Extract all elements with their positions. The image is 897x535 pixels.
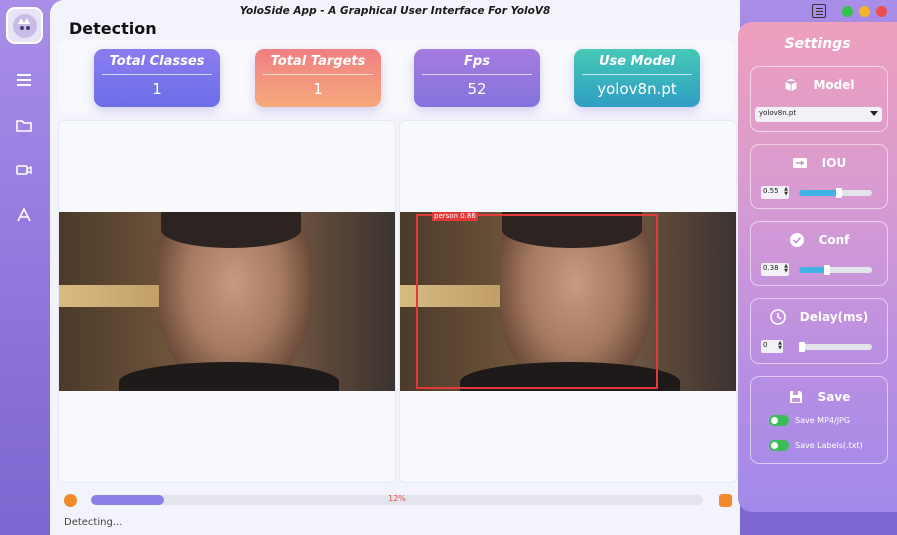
iou-slider-knob[interactable] xyxy=(836,188,843,198)
iou-slider[interactable] xyxy=(799,188,872,198)
left-rail xyxy=(0,0,50,535)
check-circle-icon xyxy=(789,233,804,247)
iou-spinbox[interactable]: 0.55 ▲ ▼ xyxy=(761,186,789,199)
camera-icon[interactable] xyxy=(13,160,35,180)
window-title: YoloSide App - A Graphical User Interfac… xyxy=(239,5,551,17)
save-label: Save xyxy=(817,390,851,404)
delay-slider-knob[interactable] xyxy=(799,342,805,352)
settings-panel: Settings Model yolov8n.pt IOU 0.55 ▲ ▼ Con… xyxy=(738,22,897,512)
app-logo xyxy=(6,7,43,44)
conf-spinbox[interactable]: 0.38 ▲ ▼ xyxy=(761,263,789,276)
model-select[interactable]: yolov8n.pt xyxy=(755,107,882,122)
conf-label: Conf xyxy=(818,233,850,247)
window-controls xyxy=(812,4,887,18)
save-icon xyxy=(789,391,802,403)
iou-label: IOU xyxy=(821,156,847,170)
output-video-pane: person 0.86 xyxy=(399,120,737,483)
save-labels-toggle[interactable] xyxy=(769,440,789,451)
settings-title: Settings xyxy=(784,36,851,52)
card-label: Fps xyxy=(464,54,490,69)
save-section: Save Save MP4/JPG Save Labels(.txt) xyxy=(750,376,888,464)
progress-row: 12% xyxy=(58,490,734,512)
iou-section: IOU 0.55 ▲ ▼ xyxy=(750,144,888,209)
detection-box: person 0.86 xyxy=(416,212,658,389)
main-panel: YoloSide App - A Graphical User Interfac… xyxy=(50,0,740,535)
model-section: Model yolov8n.pt xyxy=(750,66,888,132)
page-title: Detection xyxy=(69,19,157,38)
total-classes-card: Total Classes 1 xyxy=(94,49,220,107)
progress-text: 12% xyxy=(388,494,406,503)
fps-card: Fps 52 xyxy=(414,49,540,107)
delay-slider[interactable] xyxy=(799,342,872,352)
clock-icon xyxy=(769,309,786,325)
stats-row: Total Classes 1 Total Targets 1 Fps 52 U… xyxy=(58,40,734,113)
close-button[interactable] xyxy=(876,5,887,17)
card-value: 1 xyxy=(313,80,323,98)
input-video-pane xyxy=(58,120,396,483)
model-label: Model xyxy=(813,78,855,92)
card-value: 1 xyxy=(152,80,162,98)
detection-label: person 0.86 xyxy=(432,212,478,221)
progress-bar: 12% xyxy=(91,494,703,505)
card-value: 52 xyxy=(467,80,487,98)
settings-toggle-icon[interactable] xyxy=(812,4,826,18)
conf-slider-fill xyxy=(799,267,827,273)
broadcast-icon[interactable] xyxy=(13,205,35,225)
iou-icon xyxy=(792,158,807,168)
stop-button[interactable] xyxy=(719,494,732,507)
delay-section: Delay(ms) 0 ▲ ▼ xyxy=(750,298,888,364)
card-label: Total Classes xyxy=(109,54,205,69)
total-targets-card: Total Targets 1 xyxy=(255,49,381,107)
card-label: Use Model xyxy=(598,54,676,69)
maximize-button[interactable] xyxy=(859,5,870,17)
run-button[interactable] xyxy=(64,494,77,507)
conf-section: Conf 0.38 ▲ ▼ xyxy=(750,221,888,286)
conf-slider[interactable] xyxy=(799,265,872,275)
output-frame: person 0.86 xyxy=(400,212,736,391)
save-mp4-toggle[interactable] xyxy=(769,415,789,426)
use-model-card: Use Model yolov8n.pt xyxy=(574,49,700,107)
save-labels-row: Save Labels(.txt) xyxy=(769,440,863,451)
cube-icon xyxy=(784,77,798,93)
chevron-down-icon xyxy=(870,111,878,116)
card-value: yolov8n.pt xyxy=(597,80,677,98)
delay-label: Delay(ms) xyxy=(799,310,869,324)
minimize-button[interactable] xyxy=(842,5,853,17)
save-mp4-row: Save MP4/JPG xyxy=(769,415,850,426)
delay-spinbox[interactable]: 0 ▲ ▼ xyxy=(761,340,783,353)
conf-slider-knob[interactable] xyxy=(823,265,830,275)
save-labels-label: Save Labels(.txt) xyxy=(795,441,863,450)
iou-slider-fill xyxy=(799,190,840,196)
save-mp4-label: Save MP4/JPG xyxy=(795,416,851,425)
card-label: Total Targets xyxy=(270,54,366,69)
input-frame xyxy=(59,212,395,391)
folder-icon[interactable] xyxy=(13,116,35,136)
status-text: Detecting... xyxy=(64,517,123,528)
menu-icon[interactable] xyxy=(13,70,35,90)
